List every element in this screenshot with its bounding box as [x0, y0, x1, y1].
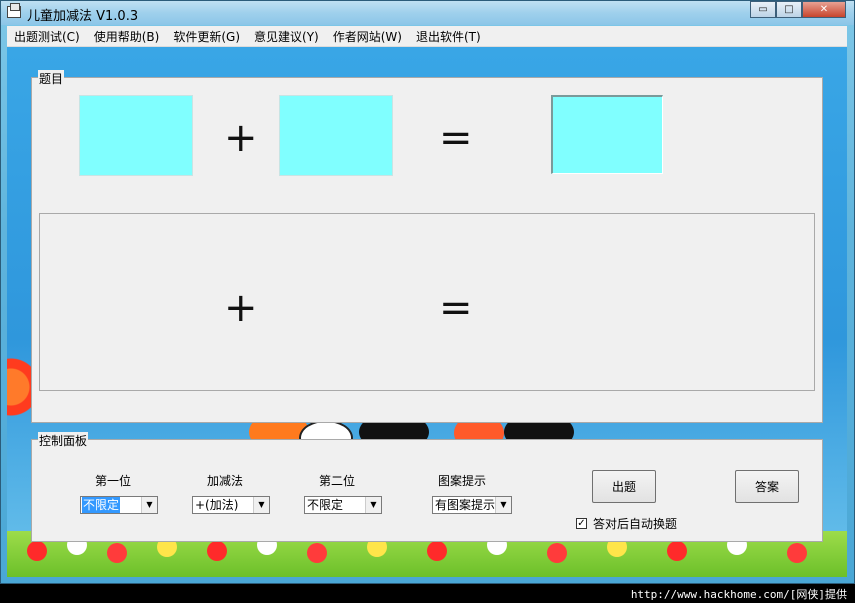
show-answer-label: 答案 — [754, 480, 779, 494]
equals-sign: = — [439, 115, 473, 161]
close-icon: ✕ — [819, 4, 829, 15]
window-title: 儿童加减法 V1.0.3 — [27, 9, 139, 24]
decorative-flower — [7, 337, 31, 437]
chevron-down-icon[interactable]: ▼ — [365, 497, 381, 513]
menu-bar: 出题测试(C) 使用帮助(B) 软件更新(G) 意见建议(Y) 作者网站(W) … — [7, 26, 847, 47]
chevron-down-icon[interactable]: ▼ — [141, 497, 157, 513]
picture-hint-panel: + = — [39, 213, 815, 391]
picture-hint-value: 有图案提示 — [435, 498, 496, 512]
question-panel: 题目 + = + = — [31, 70, 823, 423]
hint-plus-sign: + — [224, 285, 258, 331]
second-digit-value: 不限定 — [307, 498, 344, 512]
maximize-button[interactable]: □ — [776, 1, 802, 18]
menu-item-exit[interactable]: 退出软件(T) — [409, 28, 488, 45]
picture-hint-select[interactable]: 有图案提示 ▼ — [432, 496, 512, 514]
app-icon — [7, 3, 21, 18]
menu-item-update[interactable]: 软件更新(G) — [166, 28, 247, 45]
first-digit-label: 第一位 — [95, 474, 132, 488]
second-digit-select[interactable]: 不限定 ▼ — [304, 496, 382, 514]
first-digit-value: 不限定 — [82, 497, 121, 513]
control-panel: 控制面板 第一位 不限定 ▼ 加减法 +(加法) ▼ 第二位 不限定 ▼ 图案提… — [31, 432, 823, 542]
menu-item-help[interactable]: 使用帮助(B) — [87, 28, 167, 45]
maximize-icon: □ — [784, 4, 794, 15]
second-number-box — [279, 95, 393, 176]
generate-question-button[interactable]: 出题 — [592, 470, 656, 503]
auto-next-label[interactable]: 答对后自动换题 — [593, 515, 677, 532]
control-panel-label: 控制面板 — [38, 432, 89, 449]
operation-value: +(加法) — [195, 498, 239, 512]
question-panel-label: 题目 — [38, 70, 65, 87]
minimize-button[interactable]: ▭ — [750, 1, 776, 18]
chevron-down-icon[interactable]: ▼ — [253, 497, 269, 513]
close-button[interactable]: ✕ — [802, 1, 846, 18]
menu-item-feedback[interactable]: 意见建议(Y) — [247, 28, 326, 45]
show-answer-button[interactable]: 答案 — [735, 470, 799, 503]
generate-question-label: 出题 — [611, 480, 636, 494]
menu-item-test[interactable]: 出题测试(C) — [7, 28, 87, 45]
operation-select[interactable]: +(加法) ▼ — [192, 496, 270, 514]
first-number-box — [79, 95, 193, 176]
auto-next-checkbox[interactable]: ✓ — [576, 518, 587, 529]
chevron-down-icon[interactable]: ▼ — [495, 497, 511, 513]
answer-input[interactable] — [551, 95, 663, 174]
operation-label: 加减法 — [207, 474, 244, 488]
first-digit-select[interactable]: 不限定 ▼ — [80, 496, 158, 514]
app-window: 儿童加减法 V1.0.3 ▭ □ ✕ 出题测试(C) 使用帮助(B) 软件更新(… — [0, 0, 855, 584]
picture-hint-label: 图案提示 — [438, 474, 487, 488]
client-area: 题目 + = + = 控制面板 第一位 不限定 ▼ 加减法 +(加法) ▼ 第二… — [7, 47, 847, 577]
watermark-text: http://www.hackhome.com/[网侠]提供 — [630, 588, 847, 601]
minimize-icon: ▭ — [758, 4, 768, 15]
hint-equals-sign: = — [439, 285, 473, 331]
window-controls: ▭ □ ✕ — [750, 1, 846, 19]
second-digit-label: 第二位 — [319, 474, 356, 488]
plus-sign: + — [224, 115, 258, 161]
title-bar[interactable]: 儿童加减法 V1.0.3 ▭ □ ✕ — [1, 1, 854, 25]
menu-item-website[interactable]: 作者网站(W) — [326, 28, 409, 45]
